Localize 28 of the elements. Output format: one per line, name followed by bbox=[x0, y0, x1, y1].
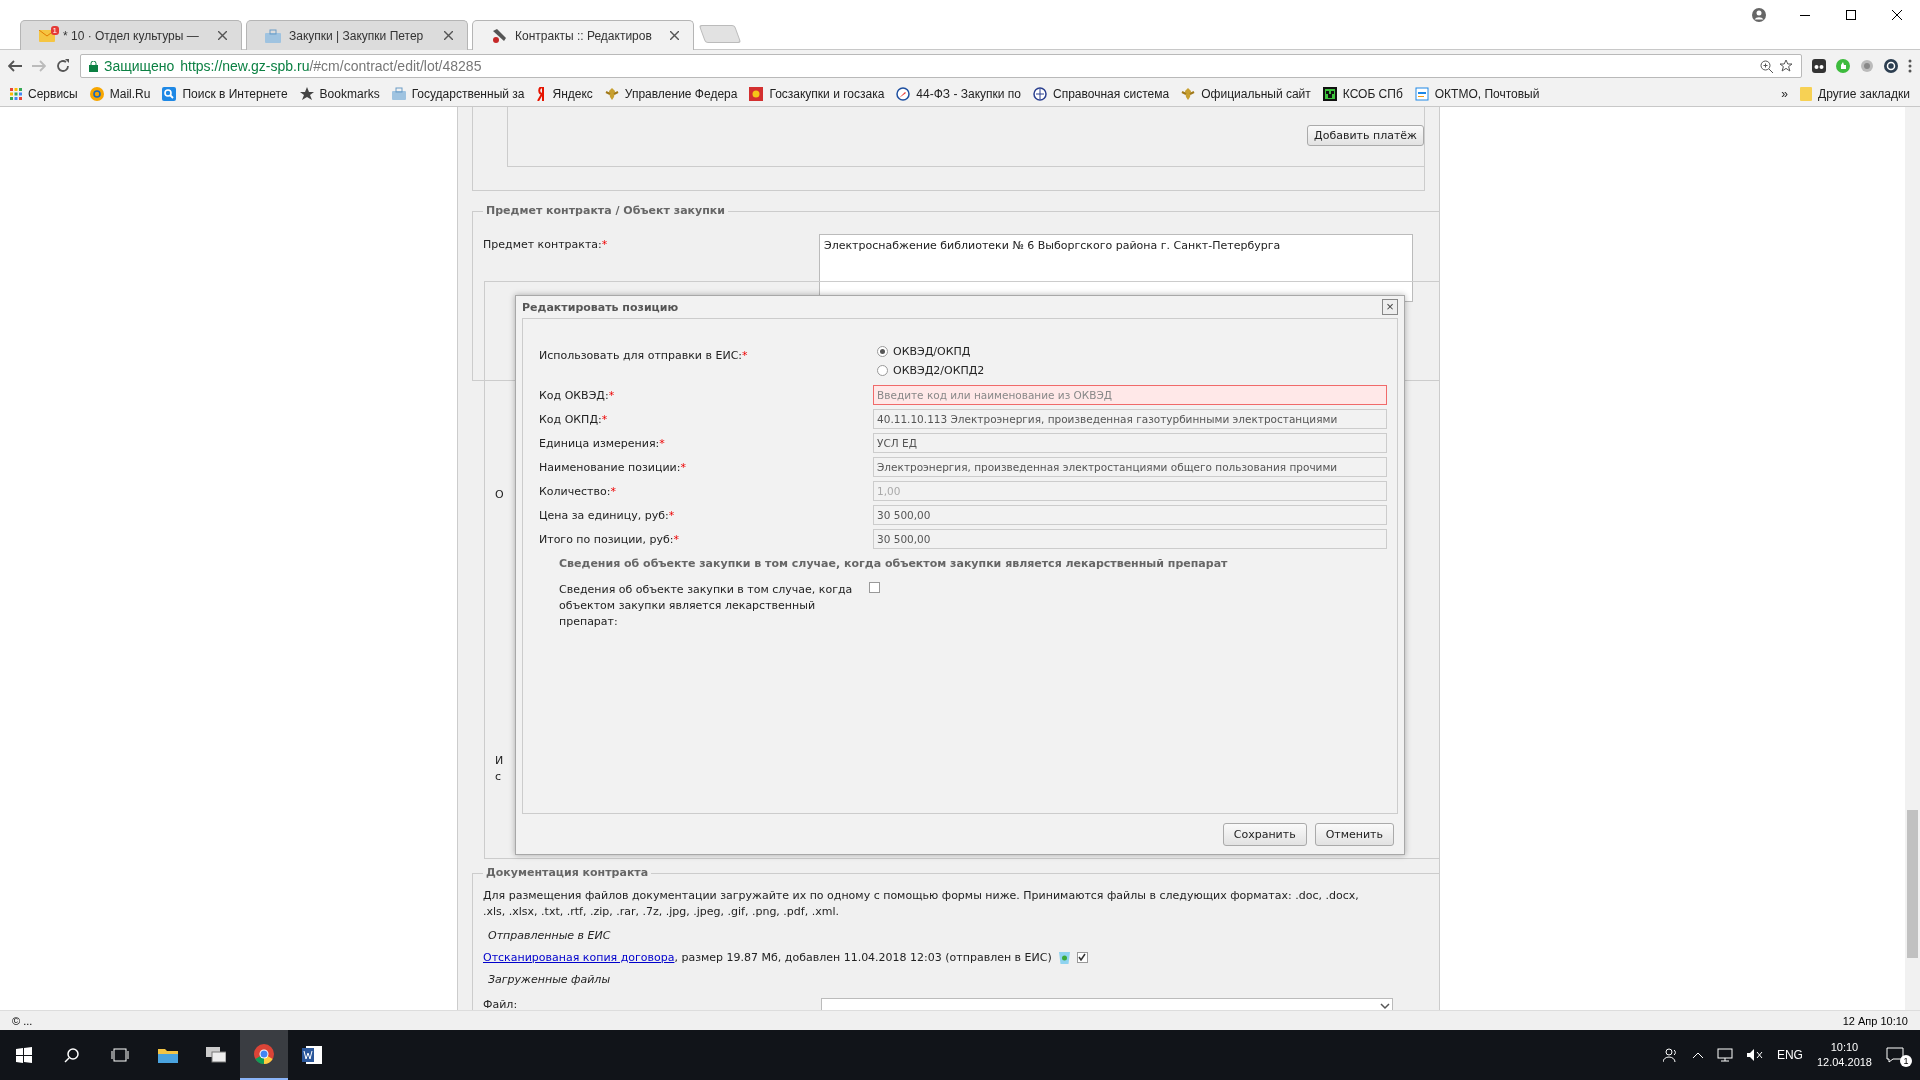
unread-badge: 1 bbox=[50, 25, 59, 35]
section-legend: Предмет контракта / Объект закупки bbox=[483, 204, 728, 217]
notification-count: 1 bbox=[1900, 1055, 1912, 1067]
note-text: И bbox=[495, 753, 504, 769]
url-text: https://new.gz-spb.ru/#cm/contract/edit/lot/48285 bbox=[180, 58, 483, 74]
field-label: Цена за единицу, руб:* bbox=[539, 508, 676, 522]
section-legend: Документация контракта bbox=[483, 866, 652, 879]
field-label: Сведения об объекте закупки в том случае, когда объектом закупки является лекарственный препарат: bbox=[559, 582, 854, 630]
dialog-title: Редактировать позицию bbox=[522, 300, 679, 314]
upload-instructions: Для размещения файлов документации загружайте их по одному с помощью формы ниже. Принимаются файлы в следующих форматах: .doc, .docx, .xls, .xlsx, .txt, .rtf, .zip, .rar, .7z, .jpg, .jpeg, .gif, .png, .pdf, .xml. bbox=[483, 888, 1360, 920]
section-heading: Сведения об объекте закупки в том случае, когда объектом закупки является лекарственный препарат bbox=[559, 557, 1229, 570]
status-time: 12 Апр 10:10 bbox=[1842, 1014, 1908, 1027]
note-text: с bbox=[495, 769, 503, 785]
field-label: Итого по позиции, руб:* bbox=[539, 532, 680, 546]
field-label: Количество:* bbox=[539, 484, 617, 498]
status-text: © ... bbox=[12, 1014, 33, 1027]
field-label: Наименование позиции:* bbox=[539, 460, 687, 474]
field-label: Использовать для отправки в ЕИС:* bbox=[539, 348, 749, 362]
field-label: Код ОКВЭД:* bbox=[539, 388, 616, 402]
field-label: Код ОКПД:* bbox=[539, 412, 609, 426]
security-label: Защищено bbox=[104, 58, 175, 74]
subheading: Загруженные файлы bbox=[488, 972, 612, 988]
section-legend: О bbox=[495, 487, 504, 503]
file-entry: Отсканированая копия договора, размер 19.87 Мб, добавлен 11.04.2018 12:03 (отправлен в ЕИС) bbox=[483, 950, 1052, 964]
field-label: Предмет контракта:* bbox=[483, 237, 609, 251]
subheading: Отправленные в ЕИС bbox=[488, 928, 612, 944]
field-label: Единица измерения:* bbox=[539, 436, 666, 450]
field-label: Файл: bbox=[483, 998, 519, 1010]
